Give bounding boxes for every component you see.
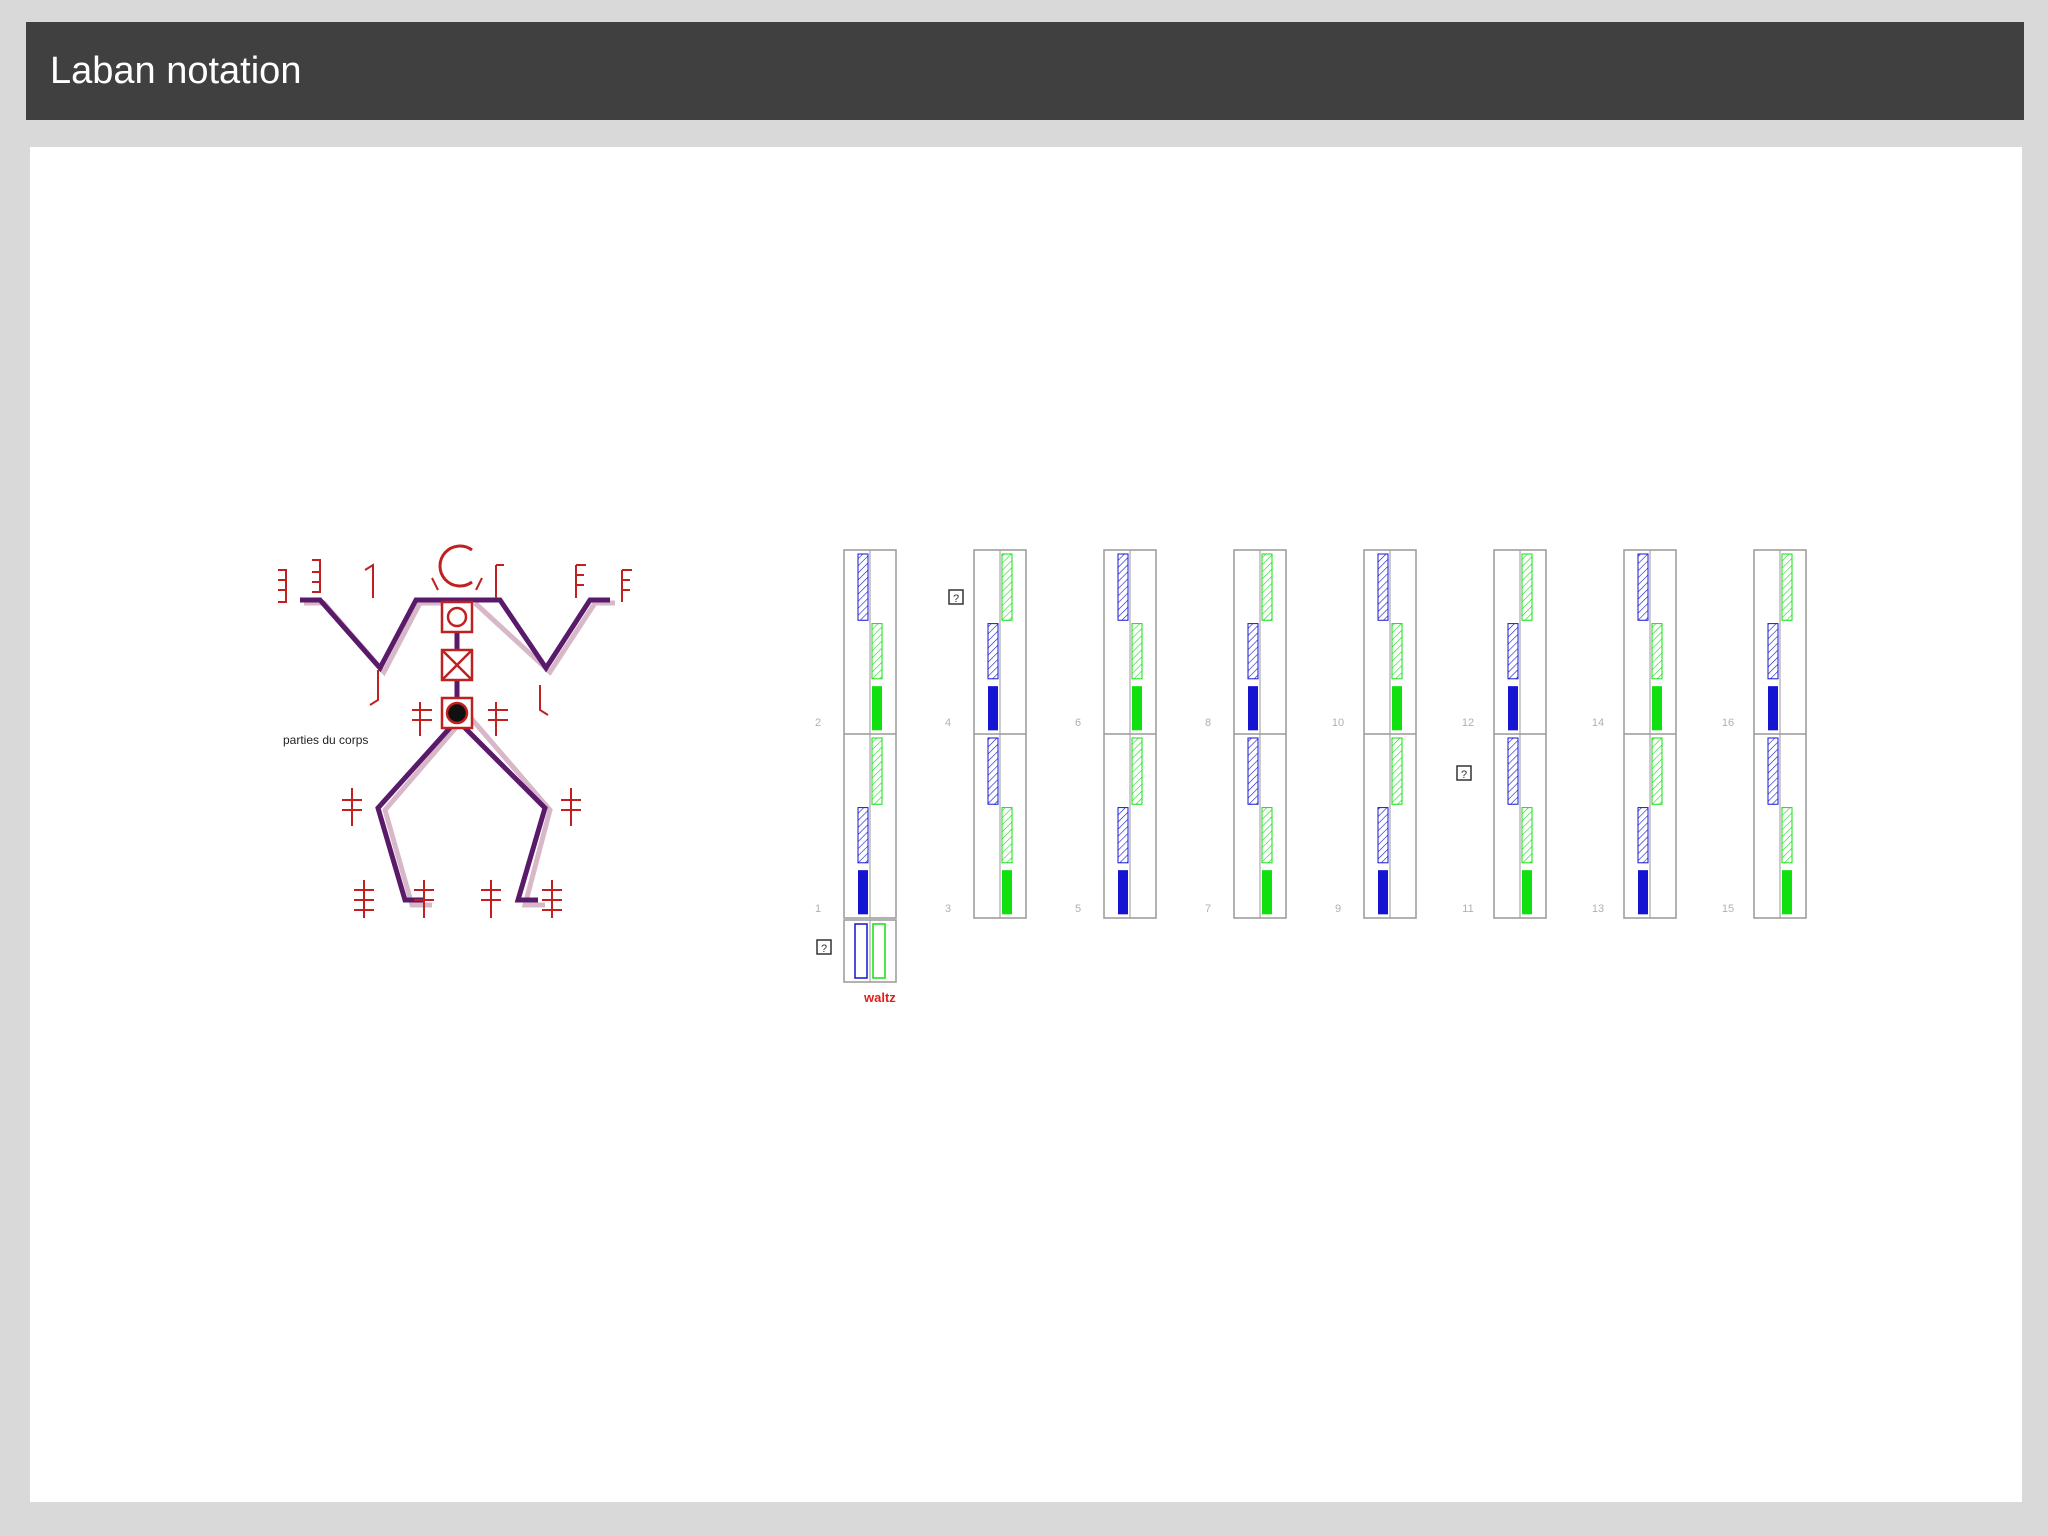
direction-symbol xyxy=(1521,553,1533,621)
staff: 21 xyxy=(815,549,897,919)
direction-symbol xyxy=(1247,737,1259,805)
question-marker-measure-4: ? xyxy=(948,589,964,605)
direction-symbol xyxy=(1781,553,1793,621)
direction-symbol xyxy=(1781,807,1793,864)
measure-number: 3 xyxy=(945,903,951,915)
direction-symbol xyxy=(1117,553,1129,621)
direction-symbol xyxy=(1261,553,1273,621)
direction-symbol xyxy=(987,623,999,680)
support-symbol xyxy=(1768,686,1778,731)
direction-symbol xyxy=(1131,737,1143,805)
measure-number: 5 xyxy=(1075,903,1081,915)
staff: 10 9 xyxy=(1332,549,1417,919)
support-symbol xyxy=(1782,870,1792,915)
support-symbol xyxy=(858,870,868,915)
support-symbol xyxy=(872,686,882,731)
support-symbol xyxy=(988,686,998,731)
direction-symbol xyxy=(1637,553,1649,621)
direction-symbol xyxy=(1261,807,1273,864)
direction-symbol xyxy=(857,553,869,621)
direction-symbol xyxy=(1377,553,1389,621)
support-symbol xyxy=(1118,870,1128,915)
question-marker-start: ? xyxy=(816,939,832,955)
staff: 14 13 xyxy=(1592,549,1677,919)
head-symbol xyxy=(438,544,473,588)
measure-number: 4 xyxy=(945,717,951,729)
measure-number: 7 xyxy=(1205,903,1211,915)
start-position xyxy=(843,919,897,983)
direction-symbol xyxy=(1637,807,1649,864)
measure-number: 13 xyxy=(1592,903,1604,915)
support-symbol xyxy=(1508,686,1518,731)
support-symbol xyxy=(1262,870,1272,915)
direction-symbol xyxy=(1001,553,1013,621)
direction-symbol xyxy=(1001,807,1013,864)
measure-number: 15 xyxy=(1722,903,1734,915)
support-symbol xyxy=(1392,686,1402,731)
direction-symbol xyxy=(1521,807,1533,864)
body-parts-diagram: parties du corps xyxy=(278,544,632,918)
direction-symbol xyxy=(1507,737,1519,805)
measure-number: 10 xyxy=(1332,717,1344,729)
title-bar: Laban notation xyxy=(26,22,2024,120)
body-parts-caption: parties du corps xyxy=(283,733,368,747)
laban-score: 21436587109121114131615 xyxy=(815,549,1807,919)
direction-symbol xyxy=(1247,623,1259,680)
direction-symbol xyxy=(987,737,999,805)
support-symbol xyxy=(1522,870,1532,915)
support-symbol xyxy=(1132,686,1142,731)
direction-symbol xyxy=(1767,737,1779,805)
svg-text:?: ? xyxy=(1461,769,1467,781)
staff: 43 xyxy=(945,549,1027,919)
direction-symbol xyxy=(1117,807,1129,864)
svg-text:?: ? xyxy=(821,943,827,955)
staff: 65 xyxy=(1075,549,1157,919)
support-symbol xyxy=(1638,870,1648,915)
body-figure xyxy=(300,597,610,903)
support-symbol xyxy=(1248,686,1258,731)
support-symbol xyxy=(1652,686,1662,731)
waltz-label: waltz xyxy=(863,990,896,1005)
direction-symbol xyxy=(1651,623,1663,680)
direction-symbol xyxy=(871,737,883,805)
direction-symbol xyxy=(1651,737,1663,805)
support-symbol xyxy=(1378,870,1388,915)
measure-number: 12 xyxy=(1462,717,1474,729)
measure-number: 16 xyxy=(1722,717,1734,729)
measure-number: 11 xyxy=(1462,903,1473,915)
support-symbol xyxy=(1002,870,1012,915)
measure-number: 1 xyxy=(815,903,821,915)
direction-symbol xyxy=(1767,623,1779,680)
direction-symbol xyxy=(1377,807,1389,864)
direction-symbol xyxy=(1507,623,1519,680)
measure-number: 8 xyxy=(1205,717,1211,729)
staff: 87 xyxy=(1205,549,1287,919)
measure-number: 6 xyxy=(1075,717,1081,729)
direction-symbol xyxy=(1391,623,1403,680)
staff: 1615 xyxy=(1722,549,1807,919)
direction-symbol xyxy=(1391,737,1403,805)
slide-title: Laban notation xyxy=(50,50,302,92)
torso-symbols xyxy=(440,600,474,730)
measure-number: 14 xyxy=(1592,717,1604,729)
measure-number: 9 xyxy=(1335,903,1341,915)
staff: 12 11 xyxy=(1462,549,1547,919)
svg-text:?: ? xyxy=(953,593,959,605)
direction-symbol xyxy=(857,807,869,864)
direction-symbol xyxy=(871,623,883,680)
question-marker-measure-11: ? xyxy=(1456,765,1472,781)
measure-number: 2 xyxy=(815,717,821,729)
direction-symbol xyxy=(1131,623,1143,680)
laban-figure: parties du corps 21436587109121114131615… xyxy=(278,544,1807,1005)
